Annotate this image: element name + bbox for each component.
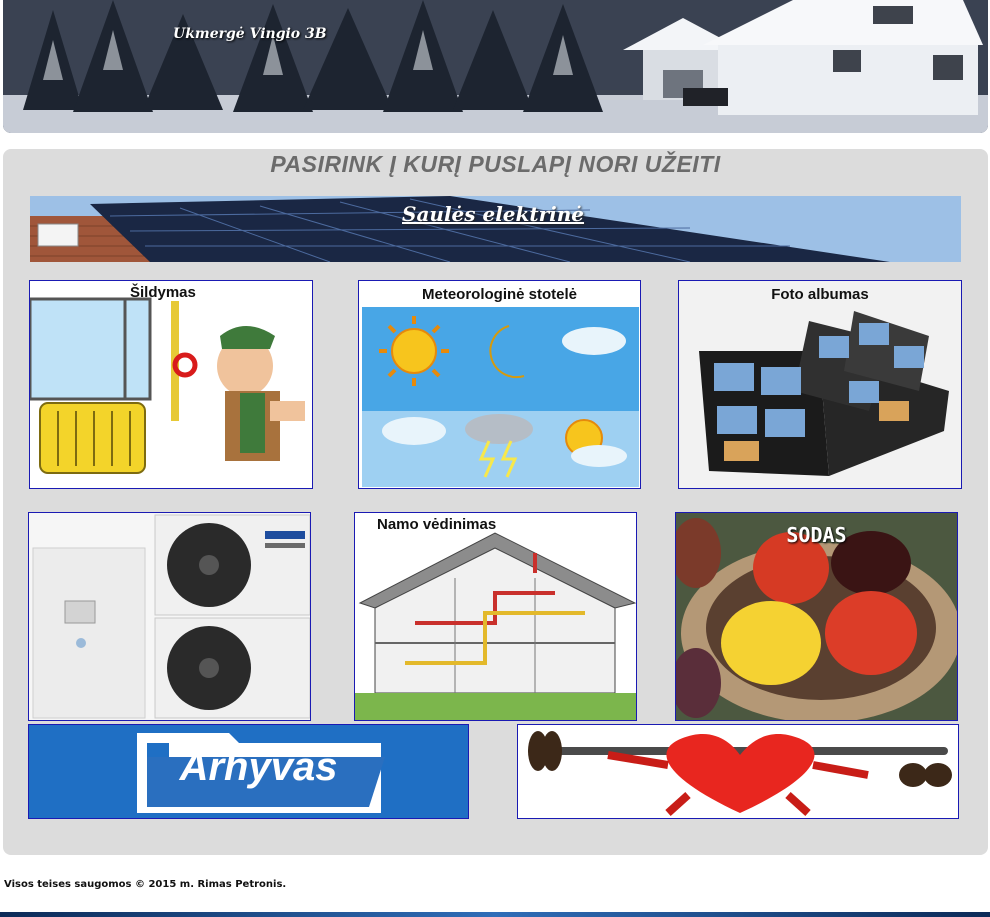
tile-photo-album[interactable]: Foto albumas: [678, 280, 962, 489]
site-title: Ukmergė Vingio 3B: [173, 26, 327, 42]
tile-house-ventilation[interactable]: Namo vėdinimas: [354, 512, 637, 721]
footer-copyright: Visos teises saugomos © 2015 m. Rimas Pe…: [4, 879, 287, 890]
tile-weather-station[interactable]: Meteorologinė stotelė: [358, 280, 641, 489]
tile-archive[interactable]: Arhyvas: [28, 724, 469, 819]
tile-photo-album-label: Foto albumas: [771, 286, 869, 303]
tile-archive-label: Arhyvas: [179, 745, 338, 789]
heat-pump-units-icon: [29, 513, 310, 720]
photo-album-icon: [679, 281, 961, 488]
winter-house-image: [3, 0, 988, 133]
tile-weather-station-label: Meteorologinė stotelė: [421, 286, 578, 303]
page-heading: PASIRINK Į KURĮ PUSLAPĮ NORI UŽEITI: [270, 151, 721, 177]
main-panel: PASIRINK Į KURĮ PUSLAPĮ NORI UŽEITI Saul…: [3, 149, 988, 855]
tile-heating-label: Šildymas: [130, 284, 196, 301]
weather-icons-icon: [359, 281, 640, 488]
heart-dumbbell-icon: [518, 725, 958, 818]
header-banner: Ukmergė Vingio 3B: [3, 0, 988, 133]
solar-plant-link[interactable]: Saulės elektrinė: [30, 196, 961, 262]
tile-health[interactable]: [517, 724, 959, 819]
footer-line: [0, 912, 990, 917]
heating-radiator-cartoon-icon: [30, 281, 312, 488]
house-ventilation-icon: [355, 513, 636, 720]
tile-garden[interactable]: SODAS: [675, 512, 958, 721]
tile-garden-label: SODAS: [786, 523, 847, 547]
solar-plant-label: Saulės elektrinė: [402, 202, 585, 226]
tile-heating[interactable]: Šildymas: [29, 280, 313, 489]
tile-house-ventilation-label: Namo vėdinimas: [377, 516, 497, 533]
tile-heat-pump[interactable]: [28, 512, 311, 721]
